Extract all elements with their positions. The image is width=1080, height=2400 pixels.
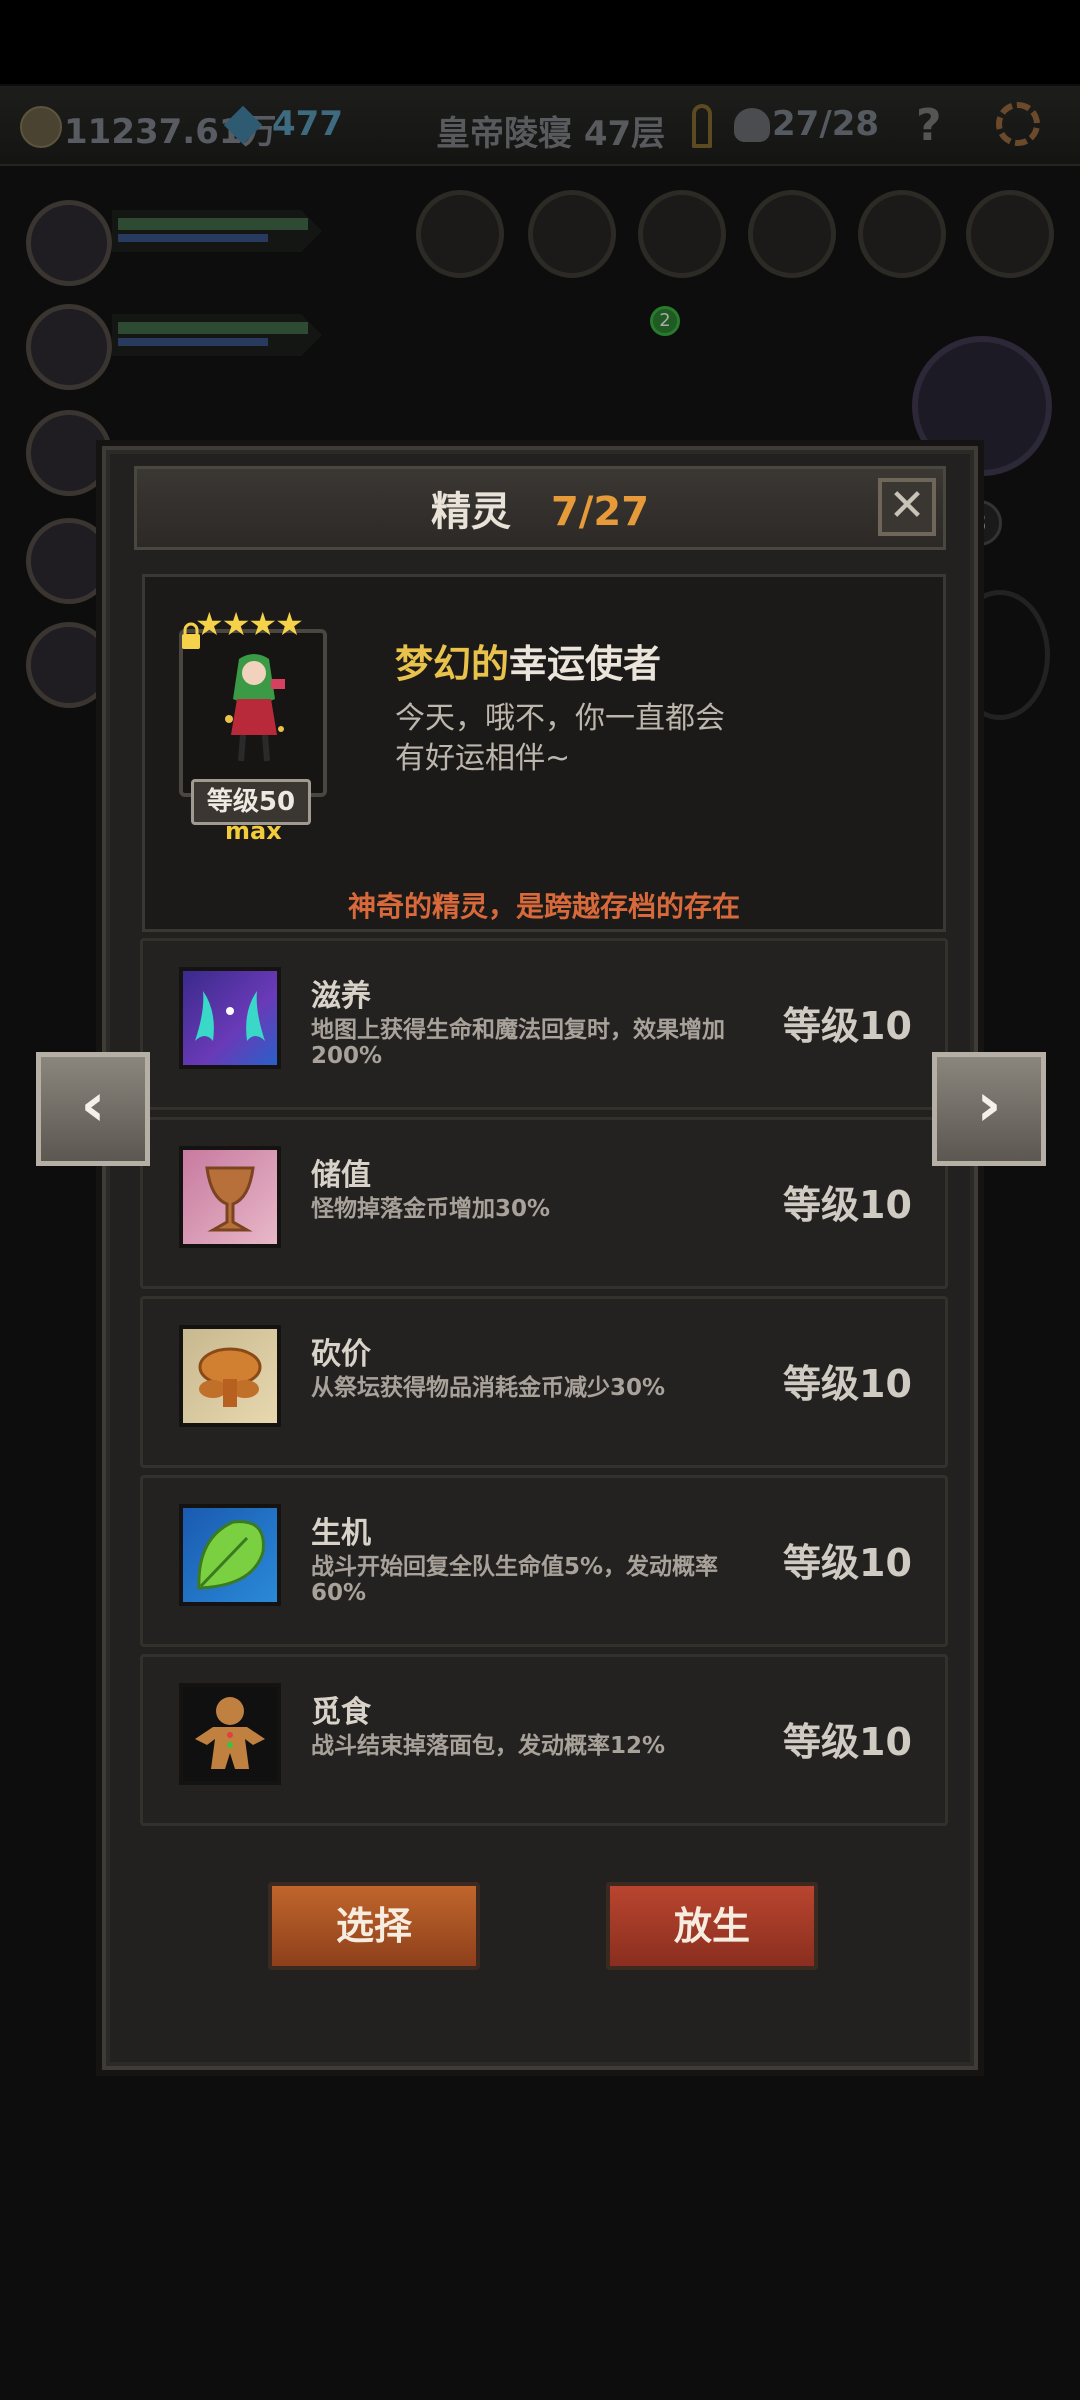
dialog-title-text: 精灵 bbox=[430, 489, 511, 535]
skill-name: 滋养 bbox=[311, 979, 371, 1014]
relic-slot[interactable] bbox=[858, 190, 946, 278]
relic-slot[interactable] bbox=[638, 190, 726, 278]
spirit-count: 7/27 bbox=[550, 489, 650, 535]
skill-description: 战斗结束掉落面包，发动概率12% bbox=[311, 1733, 666, 1759]
dungeon-floor-label: 皇帝陵寝 47层 bbox=[436, 114, 666, 154]
prev-spirit-button[interactable]: ‹ bbox=[36, 1052, 150, 1166]
kill-counter: 27/28 bbox=[772, 104, 880, 144]
status-bar-area bbox=[0, 0, 1080, 84]
relic-count-text: 2 bbox=[659, 310, 671, 331]
skill-level: 等级10 bbox=[783, 1183, 912, 1227]
help-button[interactable]: ? bbox=[916, 100, 942, 151]
spirit-name: 梦幻的幸运使者 bbox=[395, 633, 661, 688]
spirit-info-panel: ★★★★ 等级50 max 梦幻的幸运使者 今天，哦不，你一直都会 有好运相伴~… bbox=[142, 574, 946, 932]
gingerbread-icon bbox=[179, 1683, 281, 1785]
golden-goblet-icon bbox=[179, 1146, 281, 1248]
skill-row[interactable]: 储值 怪物掉落金币增加30% 等级10 bbox=[140, 1117, 948, 1289]
dialog-title-bar: 精灵 7/27 bbox=[134, 466, 946, 550]
party-member-portrait[interactable] bbox=[26, 622, 112, 708]
skull-icon bbox=[734, 108, 770, 142]
settings-gear-icon[interactable] bbox=[996, 102, 1040, 146]
skill-name: 生机 bbox=[311, 1516, 371, 1551]
party-member-portrait[interactable] bbox=[26, 518, 112, 604]
rarity-stars: ★★★★ bbox=[195, 605, 304, 643]
spirit-quote-line2: 有好运相伴~ bbox=[395, 741, 571, 776]
relic-slot[interactable] bbox=[528, 190, 616, 278]
skill-level: 等级10 bbox=[783, 1541, 912, 1585]
coin-stack-icon bbox=[179, 1325, 281, 1427]
party-member-portrait[interactable] bbox=[26, 410, 112, 496]
skill-name: 储值 bbox=[311, 1158, 371, 1193]
party-member-bars bbox=[112, 210, 322, 252]
spirit-dialog: 精灵 7/27 ✕ ★★★★ 等级50 max 梦幻的幸运使者 今天，哦不，你一… bbox=[102, 446, 978, 2070]
max-level-label: max bbox=[225, 817, 282, 845]
release-button[interactable]: 放生 bbox=[606, 1882, 818, 1970]
skill-name: 觅食 bbox=[311, 1695, 371, 1730]
spirit-flavor-text: 神奇的精灵，是跨越存档的存在 bbox=[347, 890, 740, 923]
fairy-mirror-icon bbox=[179, 967, 281, 1069]
gem-amount: 477 bbox=[272, 104, 343, 144]
next-spirit-button[interactable]: › bbox=[932, 1052, 1046, 1166]
relic-slot[interactable] bbox=[416, 190, 504, 278]
skill-description: 地图上获得生命和魔法回复时，效果增加200% bbox=[311, 1017, 725, 1069]
relic-slot[interactable] bbox=[748, 190, 836, 278]
skill-level: 等级10 bbox=[783, 1362, 912, 1406]
leaf-icon bbox=[179, 1504, 281, 1606]
skill-row[interactable]: 觅食 战斗结束掉落面包，发动概率12% 等级10 bbox=[140, 1654, 948, 1826]
close-button[interactable]: ✕ bbox=[878, 478, 936, 536]
skill-row[interactable]: 生机 战斗开始回复全队生命值5%，发动概率60% 等级10 bbox=[140, 1475, 948, 1647]
skill-name: 砍价 bbox=[311, 1337, 371, 1372]
relic-slot[interactable] bbox=[966, 190, 1054, 278]
skill-description: 怪物掉落金币增加30% bbox=[311, 1196, 551, 1222]
skill-description: 战斗开始回复全队生命值5%，发动概率60% bbox=[311, 1554, 719, 1606]
party-member-bars bbox=[112, 314, 322, 356]
party-member-portrait[interactable] bbox=[26, 200, 112, 286]
skill-row[interactable]: 砍价 从祭坛获得物品消耗金币减少30% 等级10 bbox=[140, 1296, 948, 1468]
spirit-quote: 今天，哦不，你一直都会 有好运相伴~ bbox=[395, 699, 775, 779]
gold-coin-icon bbox=[20, 106, 62, 148]
relic-count-badge: 2 bbox=[650, 306, 680, 336]
skill-row[interactable]: 滋养 地图上获得生命和魔法回复时，效果增加200% 等级10 bbox=[140, 938, 948, 1110]
lock-icon[interactable] bbox=[179, 621, 203, 651]
skill-list: 滋养 地图上获得生命和魔法回复时，效果增加200% 等级10 储值 怪物掉落金币… bbox=[140, 938, 948, 1833]
dialog-title: 精灵 7/27 bbox=[137, 479, 943, 537]
party-member-portrait[interactable] bbox=[26, 304, 112, 390]
skill-level: 等级10 bbox=[783, 1720, 912, 1764]
spirit-name-prefix: 梦幻的 bbox=[395, 642, 510, 686]
spirit-portrait[interactable] bbox=[179, 629, 327, 797]
spirit-name-main: 幸运使者 bbox=[509, 642, 662, 686]
select-button[interactable]: 选择 bbox=[268, 1882, 480, 1970]
skill-description: 从祭坛获得物品消耗金币减少30% bbox=[311, 1375, 666, 1401]
spirit-girl-icon bbox=[225, 654, 285, 762]
spirit-quote-line1: 今天，哦不，你一直都会 bbox=[395, 701, 725, 736]
key-icon bbox=[692, 104, 712, 148]
skill-level: 等级10 bbox=[783, 1004, 912, 1048]
top-hud: 11237.61万 477 皇帝陵寝 47层 27/28 ? bbox=[0, 86, 1080, 166]
